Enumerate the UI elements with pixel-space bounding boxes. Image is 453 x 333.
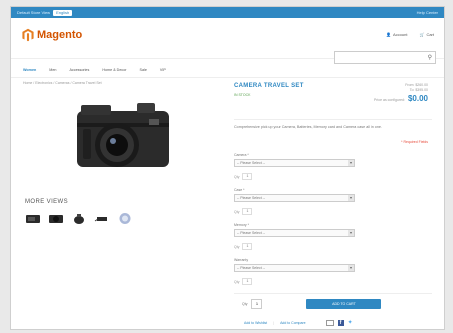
option-select[interactable]: -- Please Select -- ▾ bbox=[234, 194, 355, 202]
page-frame: Default Store View English Help Center M… bbox=[10, 6, 445, 330]
email-icon[interactable] bbox=[325, 319, 334, 326]
configured-price: $0.00 bbox=[407, 94, 428, 103]
chevron-down-icon[interactable]: ▾ bbox=[348, 265, 354, 271]
store-label: Default Store View bbox=[17, 10, 51, 15]
divider bbox=[234, 119, 432, 120]
price-configured-label: Price as configured: bbox=[374, 98, 405, 102]
add-to-compare-link[interactable]: Add to Compare bbox=[280, 321, 306, 325]
add-to-cart-button[interactable]: ADD TO CART bbox=[306, 299, 382, 309]
account-link[interactable]: 👤 Account bbox=[386, 32, 407, 37]
option-select[interactable]: -- Please Select -- ▾ bbox=[234, 229, 355, 237]
magento-logo-icon bbox=[22, 28, 34, 42]
nav-item[interactable]: VIP bbox=[160, 68, 166, 72]
share-links: f ✦ bbox=[325, 319, 353, 326]
option-qty-input[interactable]: 1 bbox=[242, 243, 253, 250]
option-label: Warranty bbox=[234, 258, 249, 262]
separator: | bbox=[273, 320, 275, 325]
thumbnail-list bbox=[25, 212, 133, 225]
bundle-option: Memory * -- Please Select -- ▾ Qty 1 bbox=[234, 223, 432, 250]
option-select[interactable]: -- Please Select -- ▾ bbox=[234, 159, 355, 167]
thumbnail-memory-card[interactable] bbox=[117, 212, 133, 225]
option-select[interactable]: -- Please Select -- ▾ bbox=[234, 264, 355, 272]
cart-icon: 🛒 bbox=[419, 32, 425, 37]
option-qty-label: Qty bbox=[234, 209, 240, 214]
option-qty: Qty 1 bbox=[234, 173, 432, 180]
cart-label: Cart bbox=[426, 32, 434, 37]
logo[interactable]: Magento bbox=[21, 28, 82, 42]
thumbnail-camera-front[interactable] bbox=[48, 212, 64, 225]
price-to: To: $395.00 bbox=[409, 88, 428, 92]
bundle-option: Warranty -- Please Select -- ▾ Qty 1 bbox=[234, 258, 432, 285]
more-views-heading: MORE VIEWS bbox=[25, 199, 69, 205]
option-select-value: -- Please Select -- bbox=[237, 231, 266, 235]
product-actions: Add to Wishlist | Add to Compare f ✦ bbox=[244, 319, 353, 326]
option-select-value: -- Please Select -- bbox=[237, 161, 266, 165]
price-block: From: $260.00 To: $395.00 Price as confi… bbox=[374, 83, 428, 103]
header-links: 👤 Account 🛒 Cart bbox=[386, 32, 434, 37]
option-select-value: -- Please Select -- bbox=[237, 196, 266, 200]
option-label: Case * bbox=[234, 188, 245, 192]
option-qty-label: Qty bbox=[234, 174, 240, 179]
product-description: Comprehensive pick up your Camera, Batte… bbox=[234, 125, 382, 129]
nav-item[interactable]: Sale bbox=[140, 68, 147, 72]
bundle-option: Case * -- Please Select -- ▾ Qty 1 bbox=[234, 188, 432, 215]
chevron-down-icon[interactable]: ▾ bbox=[348, 160, 354, 166]
logo-text: Magento bbox=[37, 29, 83, 41]
option-qty-input[interactable]: 1 bbox=[242, 278, 253, 285]
topbar-right-text[interactable]: Help Center bbox=[417, 10, 438, 15]
option-qty-label: Qty bbox=[234, 244, 240, 249]
store-view-select[interactable]: English bbox=[53, 9, 73, 16]
option-qty: Qty 1 bbox=[234, 278, 432, 285]
option-qty: Qty 1 bbox=[234, 208, 432, 215]
divider bbox=[234, 293, 432, 294]
top-bar: Default Store View English Help Center bbox=[11, 7, 444, 18]
chevron-down-icon[interactable]: ▾ bbox=[348, 230, 354, 236]
nav-item[interactable]: Men bbox=[49, 68, 56, 72]
user-icon: 👤 bbox=[386, 32, 391, 37]
nav-item[interactable]: Home & Decor bbox=[102, 68, 126, 72]
product-image[interactable] bbox=[55, 89, 185, 189]
header: Magento 👤 Account 🛒 Cart ⚲ bbox=[11, 18, 444, 64]
thumbnail-camera-back[interactable] bbox=[25, 212, 41, 225]
facebook-icon[interactable]: f bbox=[337, 319, 344, 326]
thumbnail-charger[interactable] bbox=[94, 212, 110, 225]
twitter-icon[interactable]: ✦ bbox=[348, 319, 353, 326]
add-to-wishlist-link[interactable]: Add to Wishlist bbox=[244, 321, 267, 325]
search-icon[interactable]: ⚲ bbox=[428, 54, 432, 61]
bundle-option: Camera * -- Please Select -- ▾ Qty 1 bbox=[234, 153, 432, 180]
thumbnail-camera-case[interactable] bbox=[71, 212, 87, 225]
option-select-value: -- Please Select -- bbox=[237, 266, 266, 270]
cart-link[interactable]: 🛒 Cart bbox=[419, 32, 434, 37]
account-label: Account bbox=[393, 32, 408, 37]
qty-label: Qty bbox=[242, 302, 248, 306]
option-qty-label: Qty bbox=[234, 279, 240, 284]
nav-item[interactable]: Accessories bbox=[69, 68, 89, 72]
option-label: Memory * bbox=[234, 223, 249, 227]
required-fields-note: * Required Fields bbox=[401, 140, 428, 144]
add-to-cart-row: Qty 1 ADD TO CART bbox=[242, 299, 382, 309]
option-qty-input[interactable]: 1 bbox=[242, 173, 253, 180]
product-info: CAMERA TRAVEL SET IN STOCK From: $260.00… bbox=[234, 83, 432, 326]
nav-item[interactable]: Women bbox=[23, 68, 36, 72]
option-qty-input[interactable]: 1 bbox=[242, 208, 253, 215]
chevron-down-icon[interactable]: ▾ bbox=[348, 195, 354, 201]
search-input[interactable]: ⚲ bbox=[334, 51, 436, 64]
option-label: Camera * bbox=[234, 153, 249, 157]
qty-input[interactable]: 1 bbox=[251, 299, 263, 309]
main-nav: Women Men Accessories Home & Decor Sale VIP bbox=[11, 63, 444, 78]
option-qty: Qty 1 bbox=[234, 243, 432, 250]
